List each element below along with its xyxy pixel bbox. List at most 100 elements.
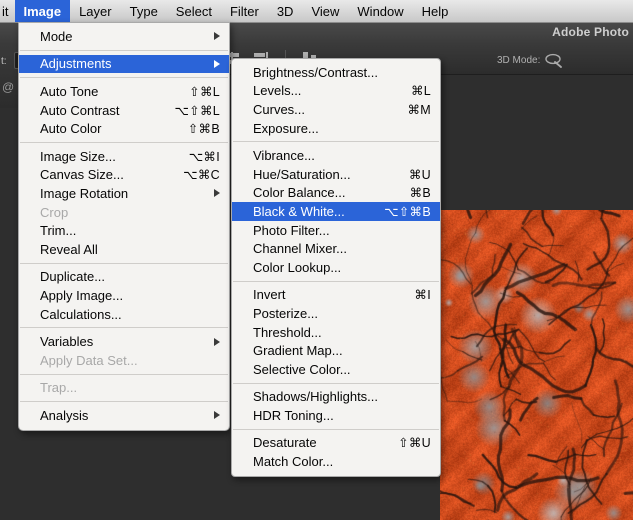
application-title: Adobe Photo	[552, 25, 629, 39]
application-menu-bar[interactable]: it Image Layer Type Select Filter 3D View Window…	[0, 0, 633, 23]
menu-item-image-rotation[interactable]: Image Rotation	[19, 184, 229, 203]
menubar-item-window[interactable]: Window	[348, 0, 412, 22]
menu-item-variables[interactable]: Variables	[19, 332, 229, 351]
menu-item-shortcut: ⌘M	[407, 102, 431, 117]
menu-item-black-white[interactable]: Black & White... ⌥⇧⌘B	[232, 202, 440, 221]
menu-item-canvas-size[interactable]: Canvas Size... ⌥⌘C	[19, 166, 229, 185]
menu-item-auto-contrast[interactable]: Auto Contrast ⌥⇧⌘L	[19, 101, 229, 120]
menu-item-hue-saturation[interactable]: Hue/Saturation... ⌘U	[232, 165, 440, 184]
menu-item-color-balance[interactable]: Color Balance... ⌘B	[232, 184, 440, 203]
menubar-item-type[interactable]: Type	[121, 0, 167, 22]
menu-item-label: Canvas Size...	[40, 167, 124, 183]
menu-item-match-color[interactable]: Match Color...	[232, 452, 440, 471]
menubar-item-select[interactable]: Select	[167, 0, 221, 22]
menu-item-shortcut: ⌘U	[408, 167, 431, 182]
menu-item-label: Channel Mixer...	[253, 241, 347, 257]
menu-item-color-lookup[interactable]: Color Lookup...	[232, 258, 440, 277]
menu-item-label: HDR Toning...	[253, 407, 334, 423]
menu-item-label: Posterize...	[253, 305, 319, 321]
3d-orbit-icon[interactable]	[545, 52, 564, 69]
menu-item-label: Mode	[40, 28, 73, 44]
menu-item-label: Brightness/Contrast...	[253, 64, 378, 80]
menu-item-label: Reveal All	[40, 241, 98, 257]
menu-separator	[233, 280, 439, 282]
menu-item-label: Apply Image...	[40, 287, 124, 303]
menu-item-curves[interactable]: Curves... ⌘M	[232, 100, 440, 119]
menu-item-label: Photo Filter...	[253, 222, 330, 238]
menu-separator	[233, 382, 439, 384]
menu-item-shortcut: ⌘I	[414, 288, 431, 303]
submenu-arrow-icon	[214, 59, 220, 68]
menu-item-shortcut: ⌥⌘I	[188, 149, 220, 164]
menu-item-label: Image Rotation	[40, 185, 129, 201]
menu-item-trim[interactable]: Trim...	[19, 221, 229, 240]
menu-separator	[20, 401, 228, 403]
menu-item-label: Calculations...	[40, 306, 122, 322]
menu-item-label: Exposure...	[253, 120, 319, 136]
menu-item-exposure[interactable]: Exposure...	[232, 119, 440, 138]
submenu-arrow-icon	[214, 337, 220, 346]
menu-item-desaturate[interactable]: Desaturate ⇧⌘U	[232, 434, 440, 453]
menu-item-label: Match Color...	[253, 454, 334, 470]
menu-item-posterize[interactable]: Posterize...	[232, 304, 440, 323]
menu-item-label: Color Lookup...	[253, 259, 342, 275]
menu-item-label: Selective Color...	[253, 361, 351, 377]
menu-item-crop: Crop	[19, 203, 229, 222]
menu-item-shortcut: ⌘L	[410, 84, 431, 99]
menu-separator	[20, 141, 228, 143]
menu-item-shortcut: ⇧⌘U	[398, 436, 431, 451]
menu-item-shadows-highlights[interactable]: Shadows/Highlights...	[232, 388, 440, 407]
menu-item-label: Trap...	[40, 380, 78, 396]
menu-item-photo-filter[interactable]: Photo Filter...	[232, 221, 440, 240]
menu-item-label: Levels...	[253, 83, 302, 99]
menu-separator	[20, 77, 228, 79]
menu-item-label: Duplicate...	[40, 269, 106, 285]
menubar-item-it[interactable]: it	[0, 0, 15, 22]
menu-item-label: Trim...	[40, 223, 77, 239]
menu-item-auto-tone[interactable]: Auto Tone ⇧⌘L	[19, 82, 229, 101]
menu-item-label: Image Size...	[40, 148, 116, 164]
menu-item-duplicate[interactable]: Duplicate...	[19, 268, 229, 287]
menu-item-channel-mixer[interactable]: Channel Mixer...	[232, 239, 440, 258]
menu-item-label: Auto Color	[40, 121, 102, 137]
menu-item-trap: Trap...	[19, 379, 229, 398]
menu-item-label: Vibrance...	[253, 148, 315, 164]
menu-item-adjustments[interactable]: Adjustments	[19, 54, 229, 74]
menu-item-levels[interactable]: Levels... ⌘L	[232, 82, 440, 101]
menu-separator	[20, 262, 228, 264]
menu-item-label: Adjustments	[40, 56, 112, 72]
menu-item-gradient-map[interactable]: Gradient Map...	[232, 341, 440, 360]
menu-item-selective-color[interactable]: Selective Color...	[232, 360, 440, 379]
menu-item-hdr-toning[interactable]: HDR Toning...	[232, 406, 440, 425]
menu-item-image-size[interactable]: Image Size... ⌥⌘I	[19, 147, 229, 166]
menubar-item-image[interactable]: Image	[14, 0, 71, 22]
menu-item-shortcut: ⇧⌘B	[187, 122, 220, 137]
menu-item-invert[interactable]: Invert ⌘I	[232, 286, 440, 305]
menu-item-reveal-all[interactable]: Reveal All	[19, 240, 229, 259]
menu-item-vibrance[interactable]: Vibrance...	[232, 146, 440, 165]
document-canvas-photo[interactable]	[440, 210, 633, 520]
image-menu-dropdown[interactable]: Mode Adjustments Auto Tone ⇧⌘L Auto Contrast…	[18, 22, 230, 431]
menu-item-label: Curves...	[253, 101, 306, 117]
menubar-item-3d[interactable]: 3D	[268, 0, 303, 22]
menu-item-mode[interactable]: Mode	[19, 27, 229, 46]
menu-item-threshold[interactable]: Threshold...	[232, 323, 440, 342]
menu-item-label: Black & White...	[253, 203, 345, 219]
submenu-arrow-icon	[214, 32, 220, 41]
menu-item-analysis[interactable]: Analysis	[19, 406, 229, 425]
target-icon[interactable]: @	[2, 80, 14, 94]
menubar-item-view[interactable]: View	[302, 0, 348, 22]
tool-options-label: t:	[1, 56, 7, 67]
menu-item-brightness-contrast[interactable]: Brightness/Contrast...	[232, 63, 440, 82]
menu-item-calculations[interactable]: Calculations...	[19, 305, 229, 324]
menubar-item-filter[interactable]: Filter	[221, 0, 268, 22]
menu-item-auto-color[interactable]: Auto Color ⇧⌘B	[19, 119, 229, 138]
menu-item-apply-image[interactable]: Apply Image...	[19, 286, 229, 305]
adjustments-submenu-dropdown[interactable]: Brightness/Contrast... Levels... ⌘L Curves.…	[231, 58, 441, 477]
menubar-item-layer[interactable]: Layer	[70, 0, 121, 22]
submenu-arrow-icon	[214, 189, 220, 198]
menu-item-label: Variables	[40, 334, 94, 350]
menu-item-label: Auto Tone	[40, 83, 99, 99]
menubar-item-help[interactable]: Help	[413, 0, 458, 22]
menu-separator	[20, 373, 228, 375]
